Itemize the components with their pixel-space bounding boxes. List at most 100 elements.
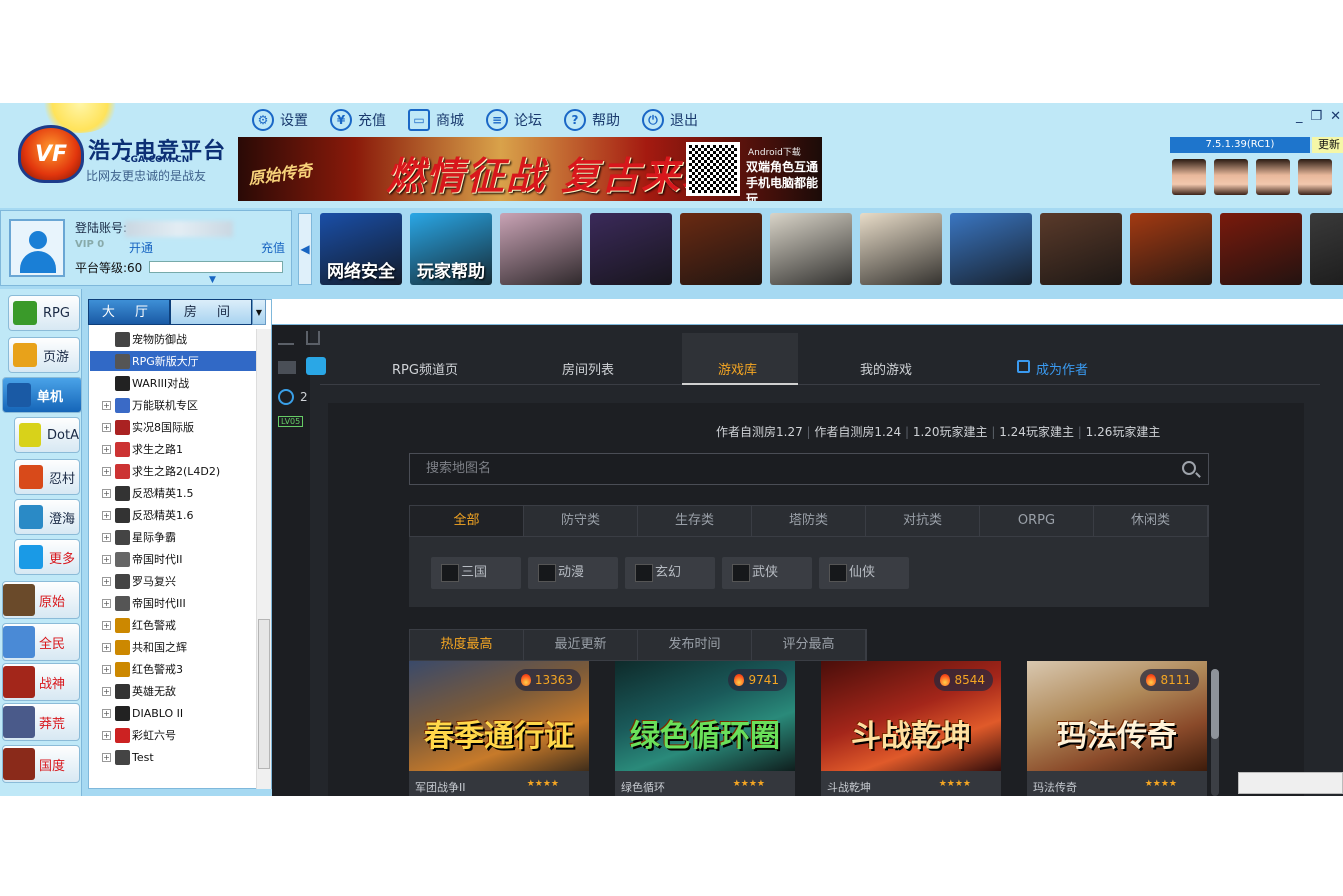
nav-quanmin[interactable]: 全民	[2, 623, 80, 661]
expand-icon[interactable]: +	[102, 752, 111, 762]
nav-pc[interactable]: 单机	[2, 377, 82, 413]
tree-item[interactable]: + 求生之路2(L4D2)	[90, 461, 256, 481]
tag-checkbox[interactable]: 三国	[431, 557, 521, 589]
game-tile[interactable]	[1130, 213, 1212, 285]
expand-icon[interactable]: +	[102, 510, 111, 520]
map-card[interactable]: 绿色循环圈 9741 绿色循环 ★★★★	[615, 661, 795, 796]
game-tile[interactable]	[1040, 213, 1122, 285]
brand-logo[interactable]: VF	[18, 125, 84, 183]
filter-link[interactable]: 1.24玩家建主	[999, 425, 1074, 439]
nav-gamepad[interactable]: 更多	[14, 539, 80, 575]
cards-scroll-thumb[interactable]	[1211, 669, 1219, 739]
nav-chenghai[interactable]: 澄海	[14, 499, 80, 535]
game-tile[interactable]	[770, 213, 852, 285]
expand-icon[interactable]: +	[102, 708, 111, 718]
category-tab[interactable]: 休闲类	[1094, 506, 1208, 536]
filter-link[interactable]: 作者自测房1.27	[716, 425, 803, 439]
chevron-down-icon[interactable]: ▼	[209, 275, 216, 285]
expand-icon[interactable]: +	[102, 554, 111, 564]
edit-icon[interactable]	[1017, 360, 1030, 373]
download-icon[interactable]	[306, 331, 320, 345]
tree-item[interactable]: + 红色警戒3	[90, 659, 256, 679]
game-tile[interactable]	[590, 213, 672, 285]
vip-open-link[interactable]: 开通	[129, 239, 153, 256]
filter-link[interactable]: 作者自测房1.24	[814, 425, 901, 439]
expand-icon[interactable]: +	[102, 598, 111, 608]
recharge-link[interactable]: 充值	[261, 239, 285, 256]
menu-item-2[interactable]: ▭ 商城	[408, 109, 464, 131]
nav-ninja[interactable]: 忍村	[14, 459, 80, 495]
menu-item-4[interactable]: ? 帮助	[564, 109, 620, 131]
category-tab[interactable]: ORPG	[980, 506, 1094, 536]
minimize-icon[interactable]: _	[1296, 109, 1303, 124]
tree-item[interactable]: + 实况8国际版	[90, 417, 256, 437]
category-tab[interactable]: 对抗类	[866, 506, 980, 536]
expand-icon[interactable]: +	[102, 400, 111, 410]
avatar[interactable]	[1256, 159, 1290, 195]
nav-zhanshen[interactable]: 战神	[2, 663, 80, 701]
tab-4[interactable]: 成为作者	[1036, 359, 1088, 378]
expand-icon[interactable]: +	[102, 466, 111, 476]
tree-item[interactable]: + 英雄无敌	[90, 681, 256, 701]
tree-item[interactable]: + 红色警戒	[90, 615, 256, 635]
mail-icon[interactable]	[278, 361, 296, 374]
tree-item[interactable]: + 帝国时代II	[90, 549, 256, 569]
tree-item[interactable]: + 帝国时代III	[90, 593, 256, 613]
power-icon[interactable]: ⏻	[642, 109, 664, 131]
game-tile[interactable]: 玩家帮助	[410, 213, 492, 285]
tab-hall[interactable]: 大 厅	[88, 299, 170, 325]
tag-checkbox[interactable]: 玄幻	[625, 557, 715, 589]
map-card[interactable]: 春季通行证 13363 军团战争II ★★★★	[409, 661, 589, 796]
user-avatar[interactable]	[9, 219, 65, 277]
expand-icon[interactable]: +	[102, 422, 111, 432]
game-tile[interactable]	[950, 213, 1032, 285]
category-tab[interactable]: 全部	[410, 506, 524, 536]
expand-icon[interactable]: +	[102, 620, 111, 630]
nav-guodu[interactable]: 国度	[2, 745, 80, 783]
sort-tab[interactable]: 评分最高	[752, 630, 866, 660]
game-tile[interactable]	[1220, 213, 1302, 285]
cards-scrollbar[interactable]	[1211, 669, 1219, 796]
game-tile[interactable]	[500, 213, 582, 285]
close-icon[interactable]: ✕	[1330, 109, 1341, 124]
expand-icon[interactable]: +	[102, 444, 111, 454]
tab-room[interactable]: 房 间	[170, 299, 252, 325]
menu-item-3[interactable]: ≡ 论坛	[486, 109, 542, 131]
tab-dropdown-icon[interactable]: ▼	[252, 299, 266, 325]
category-tab[interactable]: 防守类	[524, 506, 638, 536]
shop-bag-icon[interactable]: ▭	[408, 109, 430, 131]
avatar[interactable]	[1298, 159, 1332, 195]
tree-scroll-thumb[interactable]	[258, 619, 270, 769]
search-input[interactable]: 搜索地图名	[409, 453, 1209, 485]
help-icon[interactable]: ?	[564, 109, 586, 131]
expand-icon[interactable]: +	[102, 576, 111, 586]
sort-tab[interactable]: 最近更新	[524, 630, 638, 660]
tree-item[interactable]: + Test	[90, 747, 256, 767]
nav-dota[interactable]: DotA	[14, 417, 80, 453]
expand-icon[interactable]: +	[102, 642, 111, 652]
category-tab[interactable]: 生存类	[638, 506, 752, 536]
expand-icon[interactable]: +	[102, 730, 111, 740]
nav-rpg[interactable]: RPG	[8, 295, 80, 331]
tab-2[interactable]: 游戏库	[718, 359, 757, 378]
tag-checkbox[interactable]: 仙侠	[819, 557, 909, 589]
game-tile[interactable]	[860, 213, 942, 285]
tree-item[interactable]: + 彩虹六号	[90, 725, 256, 745]
menu-item-5[interactable]: ⏻ 退出	[642, 109, 698, 131]
mini-status-panel[interactable]	[1238, 772, 1343, 794]
nav-manghuang[interactable]: 莽荒	[2, 703, 80, 741]
menu-item-0[interactable]: ⚙ 设置	[252, 109, 308, 131]
stats-icon[interactable]	[278, 331, 294, 345]
tag-checkbox[interactable]: 武侠	[722, 557, 812, 589]
menu-item-1[interactable]: ¥ 充值	[330, 109, 386, 131]
chevron-left-icon[interactable]: ◀	[298, 213, 312, 285]
gear-icon[interactable]: ⚙	[252, 109, 274, 131]
map-card[interactable]: 玛法传奇 8111 玛法传奇 ★★★★	[1027, 661, 1207, 796]
category-tab[interactable]: 塔防类	[752, 506, 866, 536]
yen-icon[interactable]: ¥	[330, 109, 352, 131]
game-tile[interactable]: 网络安全	[320, 213, 402, 285]
forum-icon[interactable]: ≡	[486, 109, 508, 131]
filter-link[interactable]: 1.20玩家建主	[913, 425, 988, 439]
nav-yuanshi[interactable]: 原始	[2, 581, 80, 619]
nav-webgame[interactable]: 页游	[8, 337, 80, 373]
